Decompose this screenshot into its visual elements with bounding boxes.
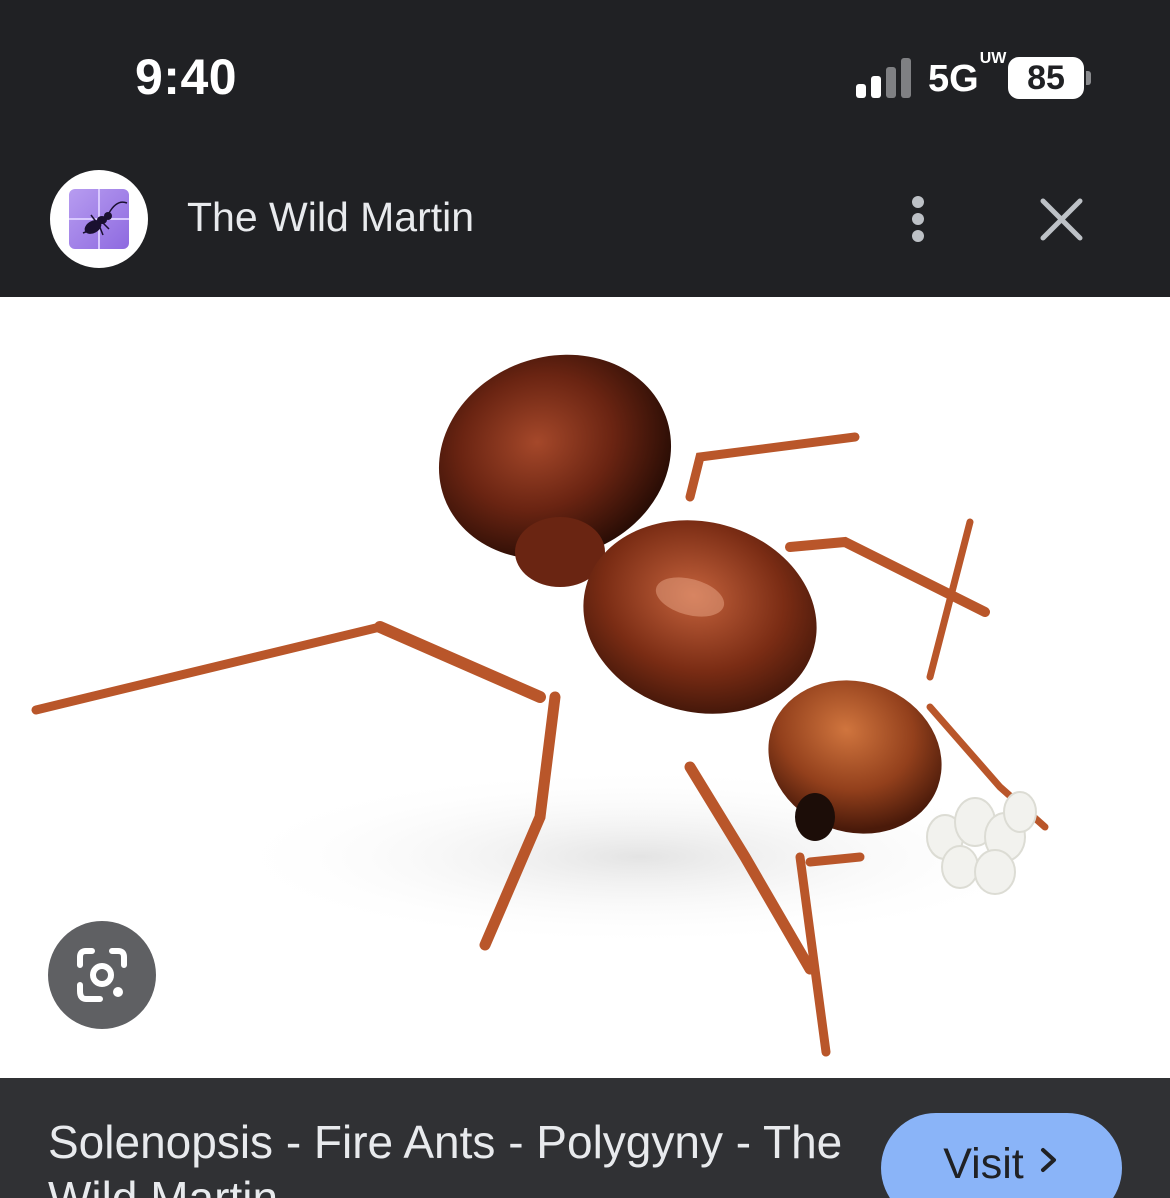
network-badge: UW [979, 50, 1007, 68]
more-vert-icon [912, 196, 924, 208]
close-button[interactable] [1030, 188, 1092, 250]
site-avatar[interactable] [50, 170, 148, 268]
visit-label: Visit [943, 1140, 1024, 1188]
status-bar: 9:40 5GUW 85 [0, 0, 1170, 150]
close-icon [1040, 198, 1083, 241]
network-indicator: 5GUW [928, 51, 1006, 101]
signal-icon [856, 58, 916, 98]
status-time: 9:40 [135, 49, 238, 105]
result-image[interactable] [0, 297, 1170, 1078]
battery-icon: 85 [1008, 57, 1084, 99]
battery-level: 85 [1027, 58, 1065, 97]
google-lens-icon [77, 948, 127, 1002]
fire-ant-illustration [31, 354, 1060, 1057]
network-type: 5G [928, 58, 979, 100]
header-bar: The Wild Martin [0, 150, 1170, 297]
battery-nub [1086, 71, 1091, 85]
result-title[interactable]: Solenopsis - Fire Ants - Polygyny - The … [48, 1114, 848, 1198]
more-options-button[interactable] [890, 188, 946, 250]
result-footer: Solenopsis - Fire Ants - Polygyny - The … [0, 1078, 1170, 1198]
google-lens-button[interactable] [48, 921, 156, 1029]
ant-logo-icon [69, 189, 129, 249]
chevron-right-icon [1040, 1148, 1056, 1172]
site-name[interactable]: The Wild Martin [187, 194, 474, 241]
visit-button[interactable]: Visit [881, 1113, 1122, 1198]
